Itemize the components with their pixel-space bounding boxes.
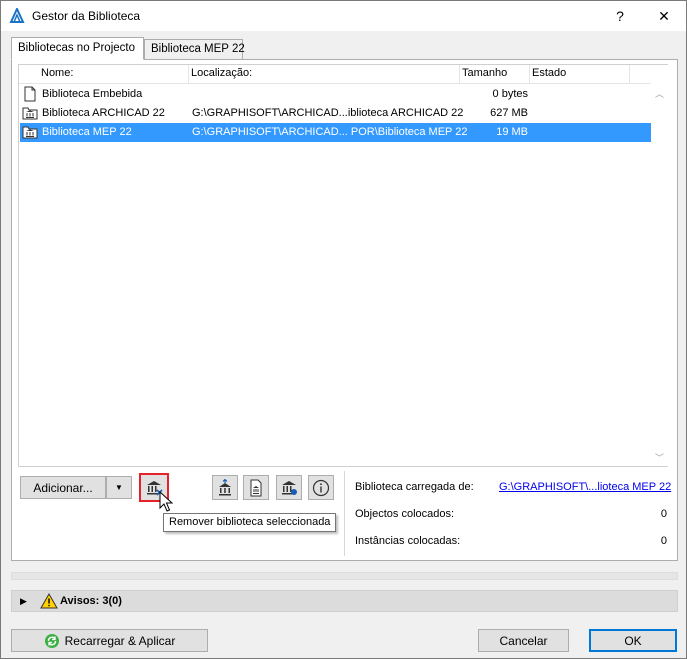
warning-icon: [40, 593, 58, 609]
reload-icon: [44, 633, 59, 648]
loaded-from-label: Biblioteca carregada de:: [355, 481, 474, 493]
scroll-up-icon[interactable]: ︿: [655, 87, 664, 100]
warnings-count: Avisos: 3(0): [60, 595, 122, 607]
placed-objects-label: Objectos colocados:: [355, 508, 455, 520]
close-button[interactable]: ✕: [642, 1, 686, 31]
library-action-button[interactable]: [243, 475, 269, 500]
add-library-dropdown[interactable]: ▼: [106, 476, 132, 499]
archicad-app-icon: [9, 8, 25, 23]
library-location: G:\GRAPHISOFT\ARCHICAD...iblioteca ARCHI…: [192, 107, 464, 119]
column-separator[interactable]: [529, 65, 530, 84]
reload-apply-label: Recarregar & Aplicar: [64, 633, 176, 648]
library-location: G:\GRAPHISOFT\ARCHICAD... POR\Biblioteca…: [192, 126, 468, 138]
window-title: Gestor da Biblioteca: [32, 9, 141, 23]
library-name: Biblioteca MEP 22: [42, 126, 132, 138]
chevron-down-icon: ▼: [115, 483, 123, 492]
library-name: Biblioteca ARCHICAD 22: [42, 107, 165, 119]
tab-project-libraries[interactable]: Bibliotecas no Projecto: [11, 37, 144, 60]
library-upload-icon: [219, 478, 231, 495]
tab-mep-library[interactable]: Biblioteca MEP 22: [144, 39, 245, 60]
column-separator[interactable]: [188, 65, 189, 84]
help-button[interactable]: ?: [598, 1, 642, 31]
library-size: 19 MB: [496, 126, 528, 138]
reload-apply-button[interactable]: Recarregar & Aplicar: [11, 629, 208, 652]
remove-library-tooltip: Remover biblioteca seleccionada: [163, 513, 337, 532]
library-manager-window: Gestor da Biblioteca ? ✕ Bibliotecas no …: [0, 0, 687, 659]
column-separator[interactable]: [459, 65, 460, 84]
library-size: 627 MB: [490, 107, 528, 119]
list-item[interactable]: Biblioteca MEP 22 G:\GRAPHISOFT\ARCHICAD…: [20, 123, 651, 142]
loaded-from-link[interactable]: G:\GRAPHISOFT\...lioteca MEP 22: [499, 481, 671, 493]
library-export-icon: [250, 479, 262, 496]
info-icon: [312, 479, 330, 496]
library-name: Biblioteca Embebida: [42, 88, 143, 100]
mouse-pointer-icon: [159, 491, 173, 512]
expand-arrow-icon[interactable]: ▶: [20, 596, 27, 607]
library-action-button[interactable]: [212, 475, 238, 500]
placed-instances-value: 0: [660, 535, 667, 547]
list-header: Nome: Localização: Tamanho Estado: [19, 65, 651, 84]
scroll-down-icon[interactable]: ﹀: [655, 451, 664, 464]
list-item[interactable]: Biblioteca ARCHICAD 22 G:\GRAPHISOFT\ARC…: [20, 104, 651, 123]
panel-divider: [344, 471, 345, 556]
embedded-library-icon: [24, 86, 36, 102]
library-settings-icon: [282, 480, 297, 495]
linked-library-icon: [22, 126, 38, 139]
linked-library-icon: [22, 107, 38, 120]
vertical-scrollbar[interactable]: ︿ ﹀: [651, 65, 668, 466]
column-header-name[interactable]: Nome:: [41, 67, 73, 79]
library-list[interactable]: Nome: Localização: Tamanho Estado Biblio…: [18, 64, 668, 467]
library-info-button[interactable]: [308, 475, 334, 500]
column-header-location[interactable]: Localização:: [191, 67, 252, 79]
ok-button[interactable]: OK: [589, 629, 677, 652]
placed-instances-label: Instâncias colocadas:: [355, 535, 461, 547]
library-action-button[interactable]: [276, 475, 302, 500]
add-library-button[interactable]: Adicionar...: [20, 476, 106, 499]
cancel-button[interactable]: Cancelar: [478, 629, 569, 652]
placed-objects-value: 0: [660, 508, 667, 520]
warnings-bar[interactable]: ▶ Avisos: 3(0): [11, 590, 678, 612]
column-header-status[interactable]: Estado: [532, 67, 566, 79]
column-separator[interactable]: [629, 65, 630, 84]
title-bar: Gestor da Biblioteca ? ✕: [1, 1, 686, 31]
list-item[interactable]: Biblioteca Embebida 0 bytes: [20, 85, 651, 104]
separator-strip: [11, 572, 678, 580]
library-size: 0 bytes: [492, 88, 528, 100]
column-header-size[interactable]: Tamanho: [462, 67, 507, 79]
